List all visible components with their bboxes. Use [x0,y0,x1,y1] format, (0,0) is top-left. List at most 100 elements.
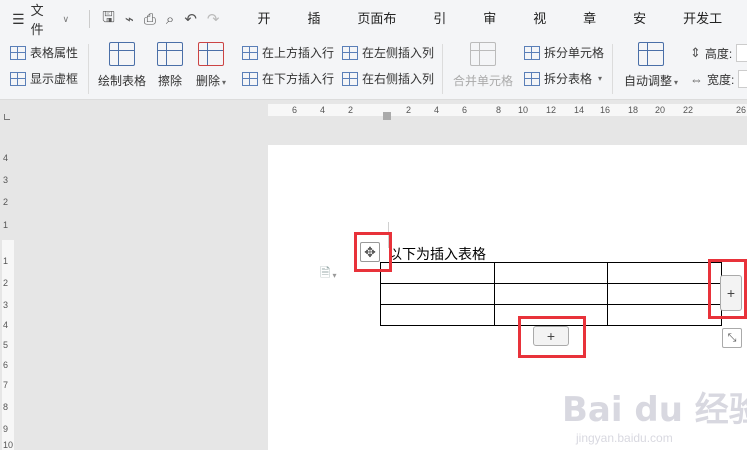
redo-icon[interactable]: ↷ [207,10,220,28]
ruler-number: 10 [3,440,14,450]
ruler-number: 6 [462,105,468,115]
show-gridlines-button[interactable]: 显示虚框 [10,70,78,87]
undo-icon[interactable]: ↶ [184,10,197,28]
draw-table-icon [109,42,135,66]
tab-insert[interactable]: 插入 [295,0,345,64]
table-row [380,283,722,305]
watermark-logo: Bai du 经验 [562,390,747,430]
chevron-down-icon: ▾ [598,74,603,83]
print-preview-icon[interactable]: ⌕ [166,11,174,28]
table-cell[interactable] [493,262,609,284]
merge-cells-icon [470,42,496,66]
ruler-number: 2 [3,278,9,288]
ribbon-table-tools: 表格属性 显示虚框 绘制表格 擦除 删除 ▾ 在上方插入行 在下方插入行 在左侧插… [0,38,747,100]
auto-fit-button[interactable]: 自动调整 ▾ [624,42,678,89]
ruler-number: 6 [292,105,298,115]
table-cell[interactable] [380,304,495,326]
ruler-number: 5 [3,340,9,350]
eraser-button[interactable]: 擦除 [157,42,183,89]
table-row [380,262,722,284]
tab-page-layout[interactable]: 页面布局 [345,0,421,64]
table-cell[interactable] [380,262,495,284]
insert-col-left-button[interactable]: 在左侧插入列 [342,44,434,61]
insert-row-above-icon [242,45,258,60]
row-height-input[interactable] [736,44,747,62]
split-table-icon [524,71,540,86]
column-width-input[interactable] [738,70,747,88]
chevron-down-icon: ▾ [222,78,227,87]
insert-col-right-button[interactable]: 在右侧插入列 [342,70,434,87]
table-cell[interactable] [607,283,722,305]
paragraph-text[interactable]: 以下为插入表格 [388,244,486,264]
tab-view[interactable]: 视图 [521,0,571,64]
document-icon: 🗎 [320,265,331,280]
paragraph-options[interactable]: 🗎 ▾ [320,264,336,286]
ruler-number: 8 [3,402,9,412]
insert-row-below-icon [242,71,258,86]
delete-table-icon [198,42,225,66]
print-icon[interactable]: ⎙ [144,11,156,28]
indent-marker[interactable] [383,112,391,120]
table-properties-button[interactable]: 表格属性 [10,44,78,61]
highlight-box-add-column [708,259,747,319]
column-width-control: ⇔ 宽度: [690,70,747,88]
ruler-number: 12 [546,105,557,115]
insert-col-right-icon [342,71,358,86]
ruler-number: 4 [320,105,326,115]
divider [612,44,613,94]
insert-row-below-button[interactable]: 在下方插入行 [242,70,334,87]
tab-references[interactable]: 引用 [421,0,471,64]
hamburger-icon: ☰ [12,10,25,27]
file-menu-label: 文件 [30,3,44,37]
ruler-number: 16 [600,105,611,115]
ruler-number: 9 [3,424,9,434]
baidu-jingyan-watermark: Bai du 经验 jingyan.baidu.com [562,382,747,450]
ruler-number: 3 [3,175,9,185]
tab-security[interactable]: 安全 [621,0,671,64]
ruler-number: 20 [655,105,666,115]
ruler-number: 26 [736,105,747,115]
tab-review[interactable]: 审阅 [471,0,521,64]
ruler-number: 7 [3,380,9,390]
eraser-icon [157,42,183,66]
draw-table-button[interactable]: 绘制表格 [98,42,146,89]
gridlines-icon [10,71,26,86]
delete-button[interactable]: 删除 ▾ [196,42,226,89]
ruler-number: 1 [3,220,9,230]
merge-cells-button[interactable]: 合并单元格 [453,42,513,89]
split-table-button[interactable]: 拆分表格 ▾ [524,70,602,87]
table-cell[interactable] [607,262,722,284]
tab-home[interactable]: 开始 [245,0,295,64]
format-painter-icon[interactable]: ⌁ [125,10,134,28]
tab-chapter[interactable]: 章节 [571,0,621,64]
save-icon[interactable]: 🖫 [102,7,115,32]
watermark-url: jingyan.baidu.com [576,431,673,445]
table-cell[interactable] [380,283,495,305]
ruler-band [268,104,747,116]
divider [88,44,89,94]
split-cells-button[interactable]: 拆分单元格 [524,44,604,61]
ruler-number: 6 [3,360,9,370]
highlight-box-move-handle [354,232,392,272]
ruler-number: 3 [3,300,9,310]
table-properties-icon [10,45,26,60]
chevron-down-icon: ▾ [332,270,337,280]
file-menu[interactable]: ☰ 文件 ∨ [0,0,77,38]
ruler-number: 2 [3,197,9,207]
horizontal-ruler[interactable]: 6 4 2 2 4 6 8 10 12 14 16 18 20 22 26 [0,100,747,120]
ruler-number: 14 [574,105,585,115]
ribbon-tabs: 开始 插入 页面布局 引用 审阅 视图 章节 安全 开发工具 [245,0,747,64]
ruler-number: 22 [683,105,694,115]
highlight-box-add-row [518,316,586,358]
ruler-number: 10 [518,105,529,115]
insert-row-above-button[interactable]: 在上方插入行 [242,44,334,61]
table-cell[interactable] [493,283,609,305]
auto-fit-icon [638,42,665,66]
table-cell[interactable] [607,304,722,326]
row-height-icon: ⇕ [690,45,701,60]
vertical-ruler[interactable]: 4 3 2 1 1 2 3 4 5 6 7 8 9 10 [0,120,14,450]
table-resize-handle[interactable]: ⤡ [722,328,742,348]
ruler-number: 4 [434,105,440,115]
chevron-down-icon: ∨ [62,13,70,24]
tab-developer[interactable]: 开发工具 [671,0,747,64]
